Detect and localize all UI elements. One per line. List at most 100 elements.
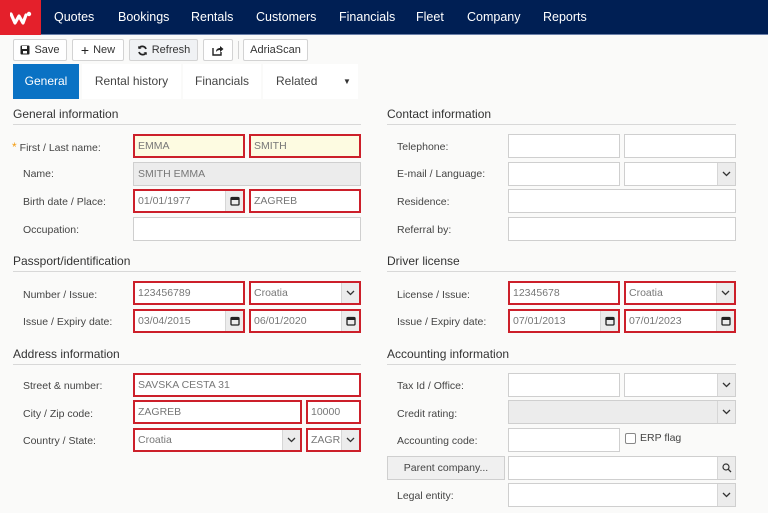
language-select[interactable]	[624, 162, 736, 186]
street-input[interactable]: SAVSKA CESTA 31	[133, 373, 361, 397]
search-icon[interactable]	[717, 457, 735, 479]
telephone-input[interactable]	[508, 134, 620, 158]
license-issue-country-value: Croatia	[629, 287, 663, 299]
chevron-down-icon[interactable]	[717, 163, 735, 185]
street-label: Street & number:	[23, 380, 103, 392]
share-icon	[212, 45, 224, 56]
nav-reports[interactable]: Reports	[543, 0, 587, 35]
license-expiry-date-input[interactable]: 07/01/2023	[624, 309, 736, 333]
last-name-input[interactable]: SMITH	[249, 134, 361, 158]
legal-entity-label: Legal entity:	[397, 490, 454, 502]
referral-input[interactable]	[508, 217, 736, 241]
app-logo[interactable]	[0, 0, 41, 35]
full-name-value: SMITH EMMA	[138, 168, 206, 180]
chevron-down-icon[interactable]	[716, 283, 734, 303]
license-issue-date-value: 07/01/2013	[513, 315, 566, 327]
toolbar: Save + New Refresh AdriaScan	[0, 36, 768, 64]
nav-customers[interactable]: Customers	[256, 0, 316, 35]
birth-place-input[interactable]: ZAGREB	[249, 189, 361, 213]
first-last-name-label-text: First / Last name:	[19, 142, 101, 154]
country-value: Croatia	[138, 434, 172, 446]
telephone-secondary-input[interactable]	[624, 134, 736, 158]
street-value: SAVSKA CESTA 31	[138, 379, 230, 391]
refresh-button[interactable]: Refresh	[129, 39, 198, 61]
parent-company-input[interactable]	[508, 456, 736, 480]
floppy-icon	[20, 45, 30, 55]
caret-down-icon[interactable]: ▼	[343, 64, 351, 99]
first-last-name-label: * First / Last name:	[12, 140, 101, 154]
tab-related[interactable]: Related ▼	[263, 64, 358, 99]
chevron-down-icon[interactable]	[717, 484, 735, 506]
first-name-input[interactable]: EMMA	[133, 134, 245, 158]
license-number-value: 12345678	[513, 287, 560, 299]
save-button[interactable]: Save	[13, 39, 67, 61]
occupation-input[interactable]	[133, 217, 361, 241]
state-select[interactable]: ZAGREB	[306, 428, 361, 452]
calendar-icon[interactable]	[341, 311, 359, 331]
country-select[interactable]: Croatia	[133, 428, 302, 452]
email-input[interactable]	[508, 162, 620, 186]
section-title-general: General information	[13, 107, 119, 121]
license-issue-country-select[interactable]: Croatia	[624, 281, 736, 305]
referral-label: Referral by:	[397, 224, 452, 236]
new-label: New	[93, 44, 116, 56]
nav-bookings[interactable]: Bookings	[118, 0, 169, 35]
calendar-icon[interactable]	[225, 191, 243, 211]
calendar-icon[interactable]	[600, 311, 618, 331]
zip-input[interactable]: 10000	[306, 400, 361, 424]
tax-office-select[interactable]	[624, 373, 736, 397]
chevron-down-icon[interactable]	[282, 430, 300, 450]
birth-date-input[interactable]: 01/01/1977	[133, 189, 245, 213]
passport-number-input[interactable]: 123456789	[133, 281, 245, 305]
email-language-label: E-mail / Language:	[397, 168, 486, 180]
birth-label: Birth date / Place:	[23, 196, 106, 208]
tab-rental-history[interactable]: Rental history	[82, 64, 181, 99]
section-title-contact: Contact information	[387, 107, 492, 121]
license-dates-label: Issue / Expiry date:	[397, 316, 487, 328]
nav-financials[interactable]: Financials	[339, 0, 395, 35]
legal-entity-select[interactable]	[508, 483, 736, 507]
residence-input[interactable]	[508, 189, 736, 213]
logo-icon	[9, 11, 31, 25]
nav-quotes[interactable]: Quotes	[54, 0, 94, 35]
passport-issue-country-select[interactable]: Croatia	[249, 281, 361, 305]
tab-financials[interactable]: Financials	[183, 64, 261, 99]
chevron-down-icon[interactable]	[717, 374, 735, 396]
passport-issue-date-input[interactable]: 03/04/2015	[133, 309, 245, 333]
parent-company-button[interactable]: Parent company...	[387, 456, 505, 480]
calendar-icon[interactable]	[716, 311, 734, 331]
nav-fleet[interactable]: Fleet	[416, 0, 444, 35]
section-divider	[387, 271, 736, 272]
tab-general[interactable]: General	[13, 64, 79, 99]
chevron-down-icon[interactable]	[341, 430, 359, 450]
section-title-accounting: Accounting information	[387, 347, 510, 361]
adriascan-button[interactable]: AdriaScan	[243, 39, 308, 61]
section-title-address: Address information	[13, 347, 120, 361]
section-divider	[387, 364, 736, 365]
state-value: ZAGREB	[311, 434, 341, 446]
passport-issue-date-value: 03/04/2015	[138, 315, 191, 327]
nav-rentals[interactable]: Rentals	[191, 0, 233, 35]
chevron-down-icon[interactable]	[341, 283, 359, 303]
section-divider	[387, 124, 736, 125]
license-number-input[interactable]: 12345678	[508, 281, 620, 305]
calendar-icon[interactable]	[225, 311, 243, 331]
share-button[interactable]	[203, 39, 233, 61]
section-divider	[13, 124, 361, 125]
passport-expiry-date-input[interactable]: 06/01/2020	[249, 309, 361, 333]
accounting-code-input[interactable]	[508, 428, 620, 452]
chevron-down-icon[interactable]	[717, 401, 735, 423]
city-input[interactable]: ZAGREB	[133, 400, 302, 424]
passport-number-value: 123456789	[138, 287, 191, 299]
passport-number-label: Number / Issue:	[23, 289, 98, 301]
nav-company[interactable]: Company	[467, 0, 521, 35]
credit-rating-select[interactable]	[508, 400, 736, 424]
new-button[interactable]: + New	[72, 39, 124, 61]
save-label: Save	[34, 44, 60, 56]
license-expiry-date-value: 07/01/2023	[629, 315, 682, 327]
toolbar-separator	[238, 41, 239, 59]
license-issue-date-input[interactable]: 07/01/2013	[508, 309, 620, 333]
erp-flag-checkbox[interactable]	[625, 433, 636, 444]
passport-issue-country-value: Croatia	[254, 287, 288, 299]
tax-id-input[interactable]	[508, 373, 620, 397]
